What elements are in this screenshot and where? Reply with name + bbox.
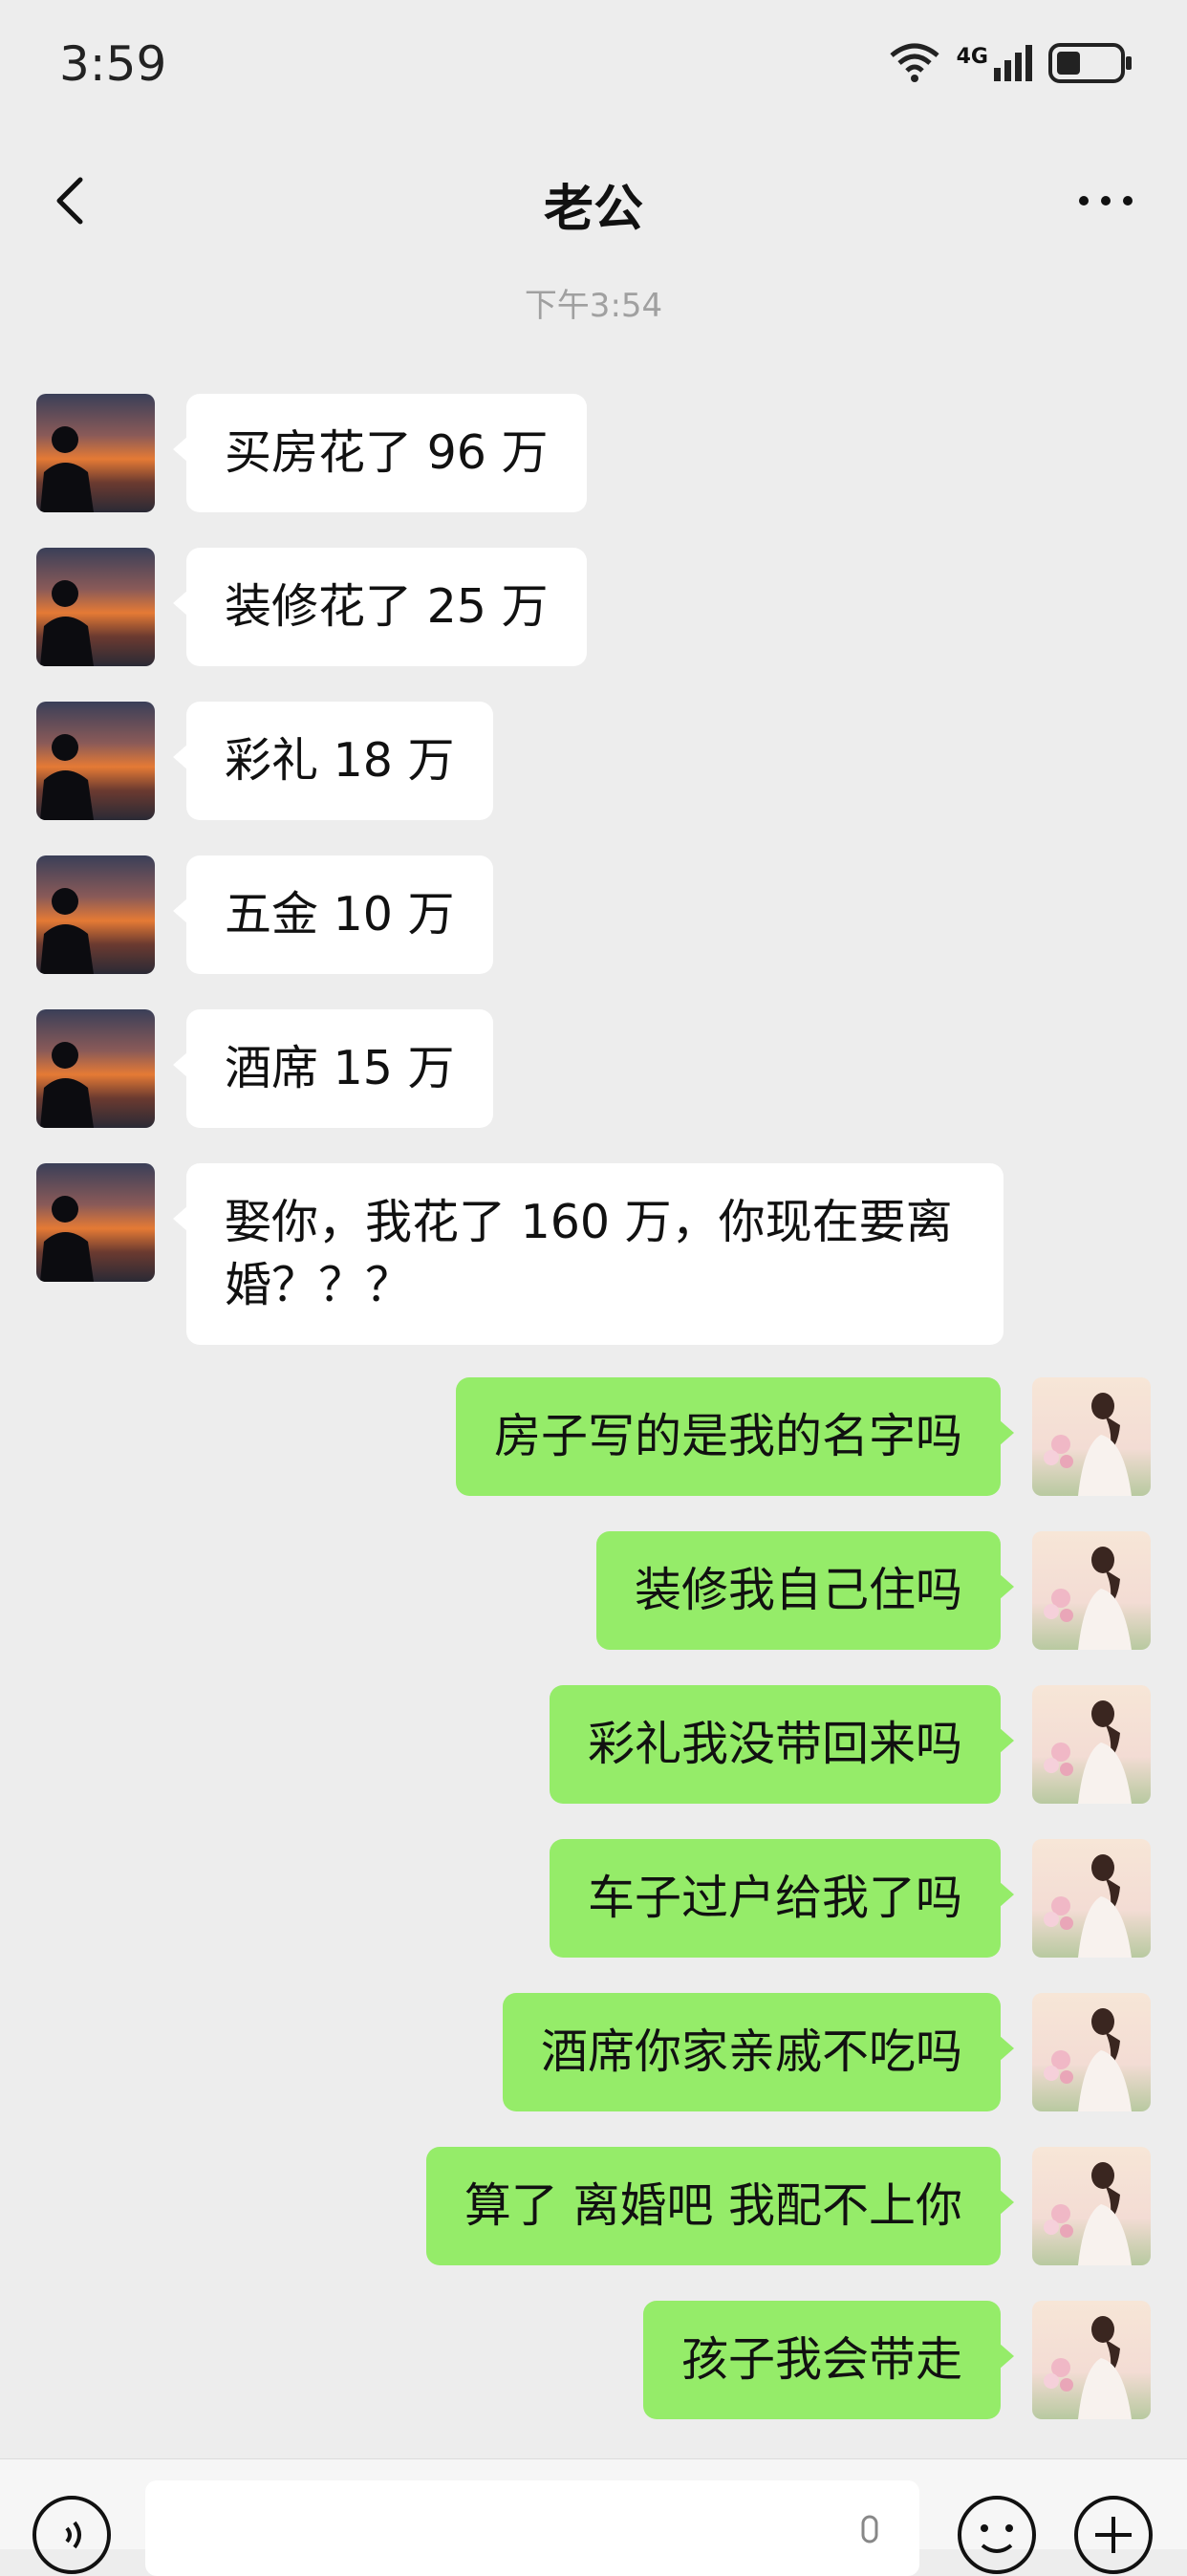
status-time: 3:59 [59, 36, 167, 92]
chat-title: 老公 [543, 181, 643, 238]
network-type: 4G [956, 45, 988, 69]
husband-avatar[interactable] [36, 1163, 155, 1282]
signal-icon: 4G [957, 45, 1032, 81]
husband-avatar[interactable] [36, 702, 155, 820]
status-icons: 4G [888, 42, 1133, 84]
message-bubble[interactable]: 装修花了 25 万 [173, 548, 587, 666]
husband-avatar[interactable] [36, 394, 155, 512]
message-bubble[interactable]: 房子写的是我的名字吗 [455, 1377, 1015, 1496]
husband-avatar[interactable] [36, 855, 155, 974]
message-bubble[interactable]: 买房花了 96 万 [173, 394, 587, 512]
voice-icon[interactable] [31, 2494, 113, 2576]
wife-avatar[interactable] [1032, 1377, 1151, 1496]
wife-avatar[interactable] [1032, 2147, 1151, 2265]
chat-header: 老公 [0, 134, 1187, 268]
battery-icon [1048, 43, 1132, 83]
mic-icon[interactable] [851, 2515, 889, 2553]
message-bubble[interactable]: 娶你，我花了 160 万，你现在要离婚？？？ [173, 1163, 1004, 1345]
plus-icon[interactable] [1072, 2494, 1155, 2576]
wife-avatar[interactable] [1032, 1993, 1151, 2111]
wife-avatar[interactable] [1032, 1839, 1151, 1958]
husband-avatar[interactable] [36, 548, 155, 666]
message-bubble[interactable]: 车子过户给我了吗 [549, 1839, 1015, 1958]
message-bubble[interactable]: 酒席 15 万 [173, 1009, 493, 1128]
wifi-icon [890, 43, 939, 82]
message-timestamp: 下午3:54 [524, 287, 663, 325]
message-bubble[interactable]: 酒席你家亲戚不吃吗 [502, 1993, 1015, 2111]
husband-avatar[interactable] [36, 1009, 155, 1128]
emoji-icon[interactable] [956, 2494, 1038, 2576]
message-bubble[interactable]: 彩礼 18 万 [173, 702, 493, 820]
wife-avatar[interactable] [1032, 1531, 1151, 1650]
wife-avatar[interactable] [1032, 1685, 1151, 1804]
more-dots-icon[interactable] [1072, 172, 1139, 229]
status-bar: 3:59 4G [0, 0, 1187, 134]
message-input[interactable] [145, 2480, 919, 2576]
message-bubble[interactable]: 五金 10 万 [173, 855, 493, 974]
message-bubble[interactable]: 彩礼我没带回来吗 [549, 1685, 1015, 1804]
message-bubble[interactable]: 孩子我会带走 [642, 2301, 1015, 2419]
message-bubble[interactable]: 装修我自己住吗 [595, 1531, 1015, 1650]
input-bar [0, 2458, 1187, 2576]
wife-avatar[interactable] [1032, 2301, 1151, 2419]
message-bubble[interactable]: 算了 离婚吧 我配不上你 [425, 2147, 1015, 2265]
